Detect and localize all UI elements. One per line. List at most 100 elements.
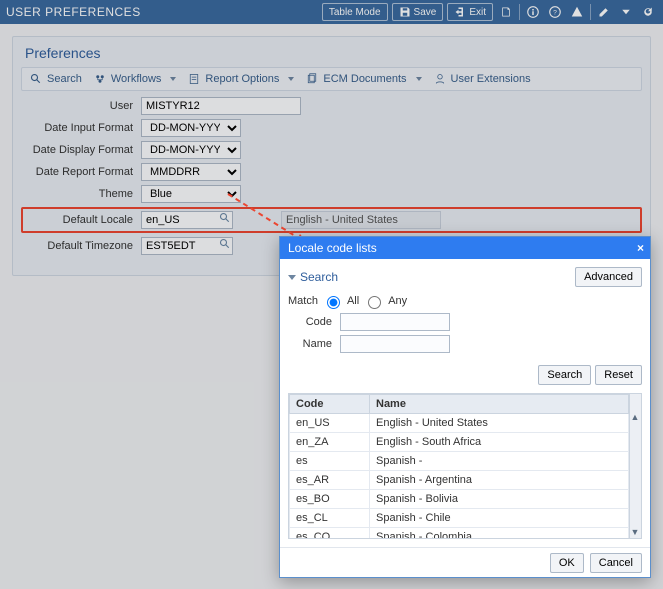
titlebar: USER PREFERENCES Table Mode Save Exit ? <box>0 0 663 24</box>
match-label: Match <box>288 295 318 307</box>
cell-name: Spanish - Colombia <box>370 528 629 539</box>
locale-lookup-modal: Locale code lists × Search Advanced Matc… <box>279 236 651 578</box>
panel-title: Preferences <box>21 43 642 67</box>
col-name[interactable]: Name <box>370 395 629 414</box>
info-icon[interactable] <box>524 3 542 21</box>
date-display-format-select[interactable]: DD-MON-YYYY <box>141 141 241 159</box>
save-label: Save <box>414 7 437 18</box>
warning-icon[interactable] <box>568 3 586 21</box>
code-label: Code <box>288 316 340 328</box>
scroll-down-icon[interactable]: ▼ <box>630 527 640 537</box>
attachments-icon[interactable] <box>497 3 515 21</box>
name-input[interactable] <box>340 335 450 353</box>
chevron-down-icon[interactable] <box>416 77 422 81</box>
documents-icon <box>306 73 318 85</box>
user-label: User <box>21 100 141 112</box>
tabbar: Search Workflows Report Options ECM Docu… <box>21 67 642 91</box>
help-icon[interactable]: ? <box>546 3 564 21</box>
cell-code: es_CO <box>290 528 370 539</box>
save-button[interactable]: Save <box>392 3 444 21</box>
cell-code: es_AR <box>290 471 370 490</box>
theme-label: Theme <box>21 188 141 200</box>
default-locale-name: English - United States <box>281 211 441 229</box>
collapse-icon <box>288 275 296 280</box>
match-any-radio[interactable] <box>368 296 381 309</box>
chevron-down-icon[interactable] <box>617 3 635 21</box>
user-field[interactable] <box>141 97 301 115</box>
cell-code: en_ZA <box>290 433 370 452</box>
cell-name: Spanish - Bolivia <box>370 490 629 509</box>
modal-header: Locale code lists × <box>280 237 650 259</box>
cell-name: Spanish - Chile <box>370 509 629 528</box>
default-timezone-label: Default Timezone <box>21 240 141 252</box>
lookup-icon[interactable] <box>219 212 231 224</box>
name-label: Name <box>288 338 340 350</box>
tab-user-extensions[interactable]: User Extensions <box>434 73 531 85</box>
preferences-form: User Date Input Format DD-MON-YYYY Date … <box>21 91 642 255</box>
search-section-label: Search <box>300 270 338 284</box>
match-any-label: Any <box>388 295 407 307</box>
refresh-icon[interactable] <box>639 3 657 21</box>
edit-icon[interactable] <box>595 3 613 21</box>
tab-label: Workflows <box>111 73 162 85</box>
tab-label: ECM Documents <box>323 73 406 85</box>
date-report-format-select[interactable]: MMDDRR <box>141 163 241 181</box>
table-row[interactable]: esSpanish - <box>290 452 629 471</box>
cell-name: English - South Africa <box>370 433 629 452</box>
titlebar-actions: Table Mode Save Exit ? <box>322 3 657 21</box>
tab-report-options[interactable]: Report Options <box>188 73 294 85</box>
tab-label: Search <box>47 73 82 85</box>
cell-name: Spanish - <box>370 452 629 471</box>
save-icon <box>399 6 411 18</box>
workflow-icon <box>94 73 106 85</box>
exit-label: Exit <box>469 7 486 18</box>
col-code[interactable]: Code <box>290 395 370 414</box>
tab-label: User Extensions <box>451 73 531 85</box>
scroll-up-icon[interactable]: ▲ <box>630 412 640 422</box>
table-mode-button[interactable]: Table Mode <box>322 3 388 21</box>
chevron-down-icon[interactable] <box>288 77 294 81</box>
exit-button[interactable]: Exit <box>447 3 493 21</box>
match-all-radio[interactable] <box>327 296 340 309</box>
exit-icon <box>454 6 466 18</box>
table-row[interactable]: es_BOSpanish - Bolivia <box>290 490 629 509</box>
tab-search[interactable]: Search <box>30 73 82 85</box>
close-icon[interactable]: × <box>637 241 644 255</box>
scrollbar[interactable]: ▲ ▼ <box>629 394 641 538</box>
user-icon <box>434 73 446 85</box>
match-row: Match All Any <box>288 293 642 309</box>
theme-select[interactable]: Blue <box>141 185 241 203</box>
results-table: Code Name en_USEnglish - United Statesen… <box>288 393 642 539</box>
code-input[interactable] <box>340 313 450 331</box>
cell-name: Spanish - Argentina <box>370 471 629 490</box>
table-row[interactable]: es_COSpanish - Colombia <box>290 528 629 539</box>
tab-workflows[interactable]: Workflows <box>94 73 177 85</box>
app-title: USER PREFERENCES <box>6 5 141 19</box>
report-icon <box>188 73 200 85</box>
advanced-button[interactable]: Advanced <box>575 267 642 287</box>
table-row[interactable]: en_USEnglish - United States <box>290 414 629 433</box>
modal-footer: OK Cancel <box>280 547 650 577</box>
date-input-format-select[interactable]: DD-MON-YYYY <box>141 119 241 137</box>
cell-name: English - United States <box>370 414 629 433</box>
search-section-title[interactable]: Search <box>288 270 338 284</box>
table-row[interactable]: es_ARSpanish - Argentina <box>290 471 629 490</box>
reset-button[interactable]: Reset <box>595 365 642 385</box>
ok-button[interactable]: OK <box>550 553 584 573</box>
table-row[interactable]: en_ZAEnglish - South Africa <box>290 433 629 452</box>
chevron-down-icon[interactable] <box>170 77 176 81</box>
modal-title: Locale code lists <box>288 241 377 255</box>
cell-code: es <box>290 452 370 471</box>
date-input-format-label: Date Input Format <box>21 122 141 134</box>
date-report-format-label: Date Report Format <box>21 166 141 178</box>
search-button[interactable]: Search <box>538 365 591 385</box>
tab-ecm-documents[interactable]: ECM Documents <box>306 73 421 85</box>
date-display-format-label: Date Display Format <box>21 144 141 156</box>
default-locale-row: Default Locale English - United States <box>21 207 642 233</box>
table-row[interactable]: es_CLSpanish - Chile <box>290 509 629 528</box>
lookup-icon[interactable] <box>219 238 231 250</box>
cancel-button[interactable]: Cancel <box>590 553 642 573</box>
svg-text:?: ? <box>553 9 557 16</box>
search-icon <box>30 73 42 85</box>
cell-code: es_CL <box>290 509 370 528</box>
